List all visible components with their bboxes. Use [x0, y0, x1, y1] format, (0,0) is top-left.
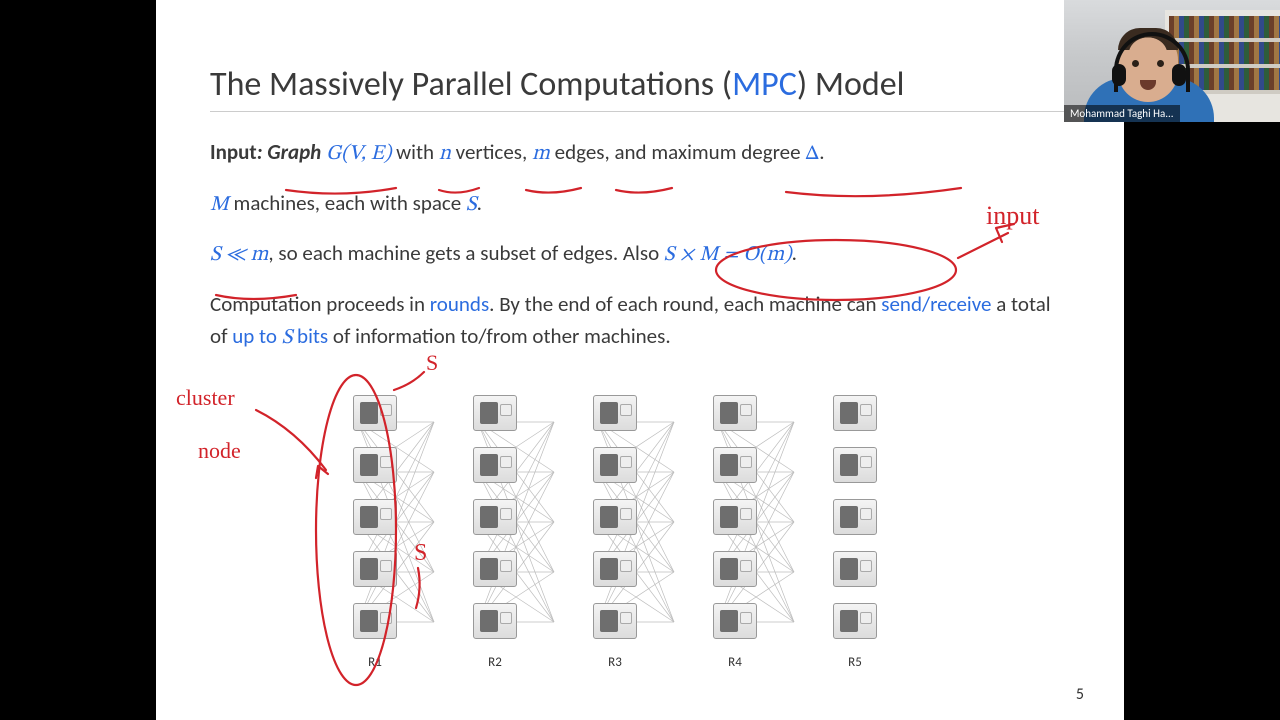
cluster-column: R2: [435, 395, 555, 695]
machine-node: [713, 395, 757, 431]
cluster-column: R1: [315, 395, 435, 695]
machine-node: [473, 447, 517, 483]
title-pre: The Massively Parallel Computations (: [210, 64, 732, 105]
cluster-column: R5: [795, 395, 915, 695]
machine-node: [353, 603, 397, 639]
slide-title: The Massively Parallel Computations (MPC…: [210, 64, 1070, 112]
slide-body: Input: Graph G(V, E) with n vertices, m …: [210, 136, 1070, 355]
machine-node: [473, 499, 517, 535]
line-input: Input: Graph G(V, E) with n vertices, m …: [210, 136, 1070, 171]
machine-node: [353, 395, 397, 431]
machine-node: [833, 551, 877, 587]
machine-node: [713, 499, 757, 535]
machine-node: [593, 603, 637, 639]
machine-node: [353, 447, 397, 483]
machine-node: [833, 603, 877, 639]
machine-node: [473, 603, 517, 639]
machine-node: [353, 499, 397, 535]
anno-cluster: cluster: [176, 385, 235, 410]
machine-node: [353, 551, 397, 587]
machine-node: [473, 395, 517, 431]
column-label: R1: [315, 655, 435, 670]
cluster-diagram: R1R2R3R4R5: [286, 395, 1006, 695]
machine-node: [593, 447, 637, 483]
line-machines: M machines, each with space S.: [210, 187, 1070, 222]
line-rounds: Computation proceeds in rounds. By the e…: [210, 288, 1070, 355]
column-label: R2: [435, 655, 555, 670]
machine-node: [713, 551, 757, 587]
column-label: R4: [675, 655, 795, 670]
machine-node: [593, 395, 637, 431]
anno-node: node: [198, 438, 241, 463]
column-label: R5: [795, 655, 915, 670]
machine-node: [593, 499, 637, 535]
machine-node: [833, 499, 877, 535]
title-em: MPC: [732, 64, 797, 105]
cluster-column: R3: [555, 395, 675, 695]
title-post: ) Model: [797, 64, 905, 105]
machine-node: [833, 447, 877, 483]
machine-node: [713, 603, 757, 639]
machine-node: [833, 395, 877, 431]
line-space: S ≪ m, so each machine gets a subset of …: [210, 237, 1070, 272]
machine-node: [713, 447, 757, 483]
slide: The Massively Parallel Computations (MPC…: [156, 0, 1124, 720]
machine-node: [473, 551, 517, 587]
cluster-column: R4: [675, 395, 795, 695]
page-number: 5: [1076, 685, 1084, 704]
webcam-name: Mohammad Taghi Ha...: [1064, 105, 1180, 122]
column-label: R3: [555, 655, 675, 670]
machine-node: [593, 551, 637, 587]
webcam-thumbnail[interactable]: Mohammad Taghi Ha...: [1064, 0, 1280, 122]
